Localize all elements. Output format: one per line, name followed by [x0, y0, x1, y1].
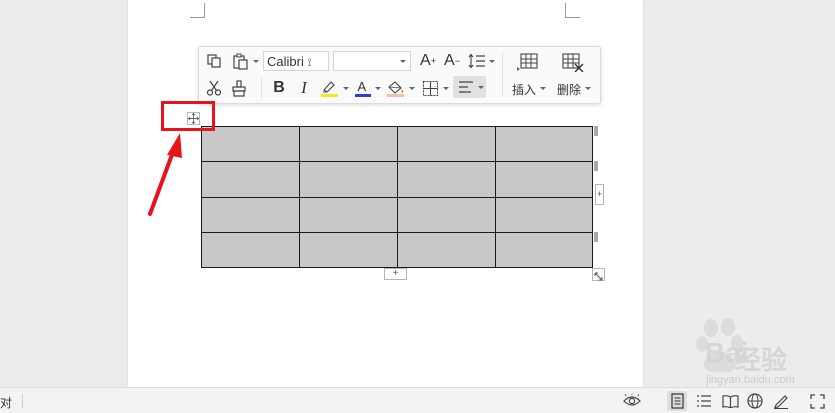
- reading-view-icon[interactable]: [720, 391, 740, 411]
- add-column-button[interactable]: +: [595, 184, 604, 205]
- toolbar-separator: [502, 53, 503, 97]
- align-left-icon: [459, 81, 473, 93]
- table-cell[interactable]: [201, 231, 300, 269]
- font-name-value: Calibri: [267, 54, 304, 69]
- line-spacing-dropdown-icon[interactable]: [489, 60, 495, 63]
- shading-dropdown-icon[interactable]: [409, 87, 415, 90]
- toolbar-separator: [261, 78, 262, 98]
- table-row: [201, 161, 593, 198]
- highlight-icon[interactable]: [319, 78, 341, 98]
- eye-protection-icon[interactable]: [622, 391, 642, 411]
- font-options-icon: ⟟: [307, 57, 312, 69]
- outline-view-icon[interactable]: [694, 391, 714, 411]
- table-cell[interactable]: [495, 161, 593, 198]
- table-cell[interactable]: [397, 231, 496, 269]
- table-row: [201, 196, 593, 233]
- increase-font-icon[interactable]: A +: [419, 51, 437, 71]
- delete-table-icon[interactable]: [559, 51, 585, 73]
- table-cell[interactable]: [201, 161, 300, 198]
- table-cell[interactable]: [495, 231, 593, 269]
- align-button[interactable]: [453, 76, 486, 98]
- font-size-dropdown-icon: [400, 60, 406, 63]
- web-view-icon[interactable]: [745, 391, 765, 411]
- table-cell[interactable]: [299, 196, 398, 233]
- font-color-dropdown-icon[interactable]: [375, 87, 381, 90]
- table-cell[interactable]: [397, 161, 496, 198]
- page-view-icon[interactable]: [667, 391, 687, 411]
- crop-mark-top-right: [565, 3, 580, 18]
- resize-arrow-icon: [594, 272, 603, 281]
- add-row-button[interactable]: +: [384, 268, 407, 280]
- watermark-url: jingyan.baidu.com: [706, 374, 795, 386]
- borders-icon[interactable]: [420, 78, 440, 98]
- table-cell[interactable]: [299, 231, 398, 269]
- status-text: 对: [0, 396, 13, 410]
- bold-icon[interactable]: B: [270, 78, 288, 98]
- paste-icon[interactable]: [230, 51, 250, 71]
- svg-text:A: A: [358, 79, 367, 94]
- font-color-icon[interactable]: A: [353, 78, 373, 98]
- table-cell[interactable]: [495, 125, 593, 163]
- align-dropdown-icon: [478, 86, 484, 89]
- italic-icon[interactable]: I: [295, 78, 313, 98]
- decrease-font-icon[interactable]: A −: [443, 51, 461, 71]
- table-cell[interactable]: [201, 125, 300, 163]
- watermark-brand-cn: 经验: [735, 346, 788, 376]
- table-cell[interactable]: [201, 196, 300, 233]
- fullscreen-icon[interactable]: [807, 391, 827, 411]
- highlight-dropdown-icon[interactable]: [343, 87, 349, 90]
- document-table[interactable]: [201, 125, 593, 269]
- table-row: [201, 125, 593, 163]
- insert-dropdown-icon[interactable]: [540, 87, 546, 90]
- borders-dropdown-icon[interactable]: [443, 87, 449, 90]
- copy-icon[interactable]: [204, 52, 224, 70]
- table-cell[interactable]: [397, 125, 496, 163]
- delete-label[interactable]: 删除: [557, 81, 581, 98]
- table-cell[interactable]: [299, 125, 398, 163]
- paste-dropdown-icon[interactable]: [253, 60, 259, 63]
- status-bar: 对: [0, 387, 835, 413]
- table-cell[interactable]: [495, 196, 593, 233]
- delete-dropdown-icon[interactable]: [585, 87, 591, 90]
- insert-label[interactable]: 插入: [512, 81, 536, 98]
- font-size-select[interactable]: [333, 51, 411, 71]
- table-row: [201, 231, 593, 269]
- annotation-highlight-box: [161, 101, 215, 131]
- annotation-arrow: [148, 133, 182, 216]
- format-painter-icon[interactable]: [229, 78, 249, 98]
- table-resize-handle[interactable]: [592, 268, 605, 281]
- row-marker: [594, 126, 598, 136]
- table-cell[interactable]: [299, 161, 398, 198]
- font-name-select[interactable]: Calibri ⟟: [263, 51, 329, 71]
- write-mode-icon[interactable]: [771, 391, 791, 411]
- shading-icon[interactable]: [385, 78, 407, 98]
- table-cell[interactable]: [397, 196, 496, 233]
- floating-table-toolbar: Calibri ⟟ A + A − 插入 删除 B I A: [198, 46, 601, 104]
- crop-mark-top-left: [190, 3, 205, 18]
- cut-icon[interactable]: [204, 78, 224, 98]
- status-separator: [22, 394, 23, 408]
- line-spacing-icon[interactable]: [467, 51, 487, 71]
- row-marker: [594, 161, 598, 171]
- insert-table-icon[interactable]: [515, 51, 541, 73]
- row-marker: [594, 232, 598, 242]
